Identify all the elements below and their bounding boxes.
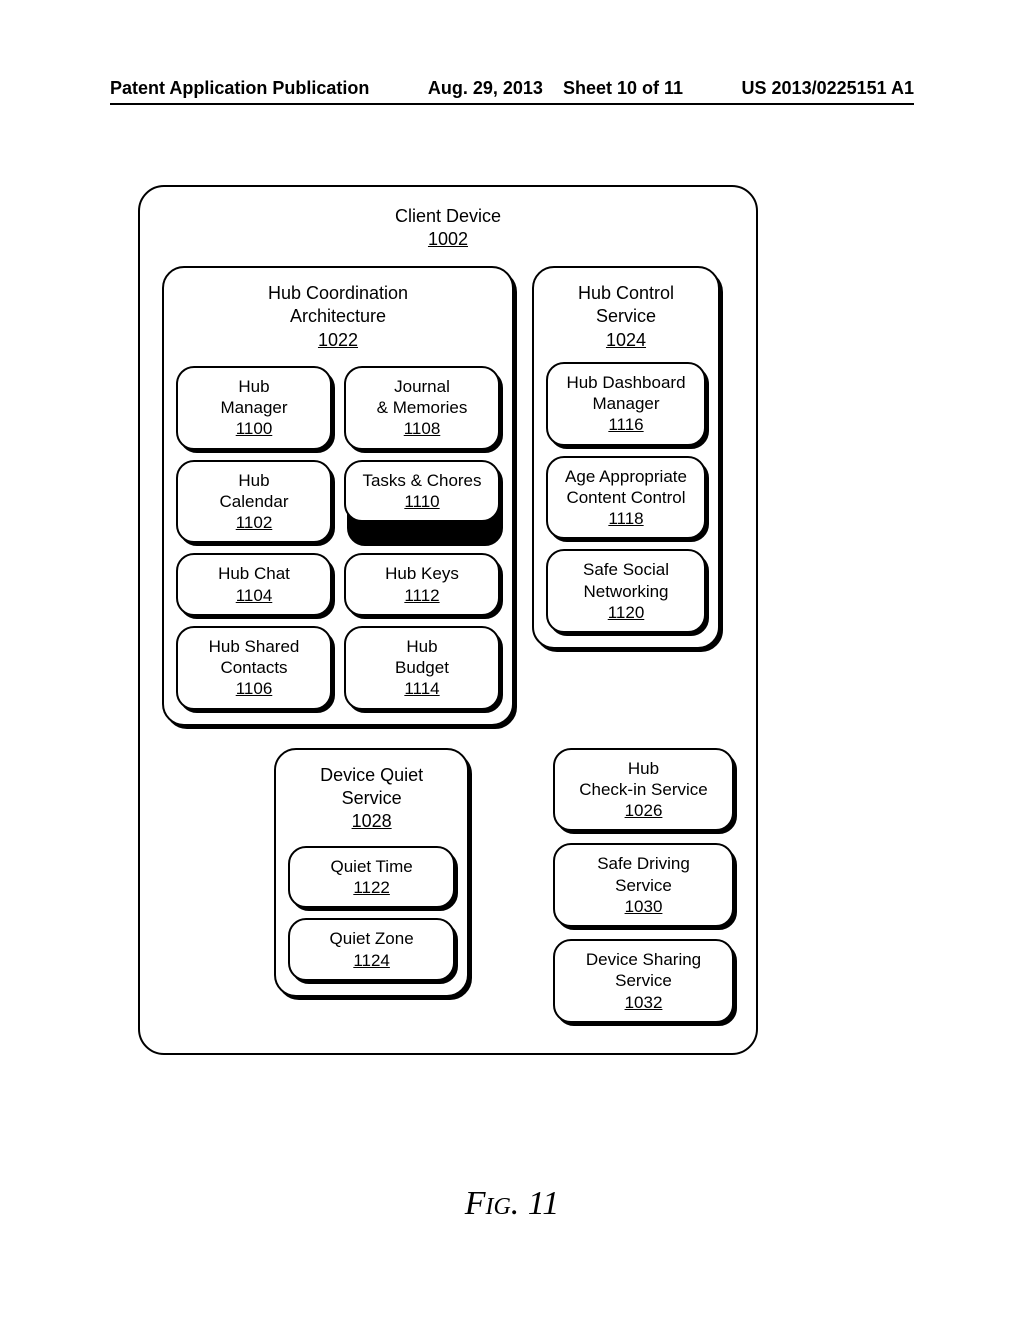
hub-coord-title: Hub Coordination Architecture 1022 <box>176 282 500 352</box>
figure-caption: Fig. 11 <box>0 1185 1024 1223</box>
t: 1116 <box>558 414 694 435</box>
figure-caption-text: Fig. 11 <box>465 1185 560 1222</box>
hub-control-box: Hub Control Service 1024 Hub Dashboard M… <box>532 266 720 649</box>
t: 1100 <box>188 418 320 439</box>
upper-row: Hub Coordination Architecture 1022 Hub M… <box>162 266 734 726</box>
t: Journal <box>356 376 488 397</box>
figure-area: Client Device 1002 Hub Coordination Arch… <box>138 185 758 1055</box>
t: 1026 <box>565 800 722 821</box>
t: Hub Keys <box>356 563 488 584</box>
hub-shared-contacts-box: Hub Shared Contacts 1106 <box>176 626 332 710</box>
t: 1102 <box>188 512 320 533</box>
hub-coord-ref: 1022 <box>176 329 500 352</box>
hub-dashboard-box: Hub Dashboard Manager 1116 <box>546 362 706 446</box>
t: Content Control <box>558 487 694 508</box>
hub-coord-box: Hub Coordination Architecture 1022 Hub M… <box>162 266 514 726</box>
t: Service <box>565 875 722 896</box>
t: Contacts <box>188 657 320 678</box>
hub-calendar-box: Hub Calendar 1102 <box>176 460 332 544</box>
t: 1122 <box>300 877 442 898</box>
hub-coord-grid: Hub Manager 1100 Journal & Me <box>176 366 500 710</box>
tasks-chores-box: Tasks & Chores 1110 <box>344 460 500 544</box>
t: Hub <box>188 470 320 491</box>
safe-driving-box: Safe Driving Service 1030 <box>553 843 734 927</box>
hub-coord-label1: Hub Coordination <box>176 282 500 305</box>
header-center: Aug. 29, 2013 Sheet 10 of 11 <box>428 78 683 99</box>
header-pubno: US 2013/0225151 A1 <box>742 78 914 99</box>
t: 1112 <box>356 585 488 606</box>
t: 1104 <box>188 585 320 606</box>
t: 1030 <box>565 896 722 917</box>
hub-control-items: Hub Dashboard Manager 1116 Age Appropria… <box>546 362 706 633</box>
journal-memories-box: Journal & Memories 1108 <box>344 366 500 450</box>
t: 1108 <box>356 418 488 439</box>
t: Age Appropriate <box>558 466 694 487</box>
hub-control-ref: 1024 <box>546 329 706 352</box>
quiet-label1: Device Quiet <box>288 764 454 787</box>
hub-chat-box: Hub Chat 1104 <box>176 553 332 616</box>
t: Device Sharing <box>565 949 722 970</box>
t: Hub Dashboard <box>558 372 694 393</box>
t: Calendar <box>188 491 320 512</box>
t: & Memories <box>356 397 488 418</box>
t: Check-in Service <box>565 779 722 800</box>
hub-coord-label2: Architecture <box>176 305 500 328</box>
client-device-container: Client Device 1002 Hub Coordination Arch… <box>138 185 758 1055</box>
t: Quiet Time <box>300 856 442 877</box>
t: 1120 <box>558 602 694 623</box>
header-sheet: Sheet 10 of 11 <box>563 78 683 98</box>
t: 1118 <box>558 508 694 529</box>
t: Manager <box>558 393 694 414</box>
age-content-box: Age Appropriate Content Control 1118 <box>546 456 706 540</box>
quiet-zone-box: Quiet Zone 1124 <box>288 918 454 981</box>
t: Networking <box>558 581 694 602</box>
header-date: Aug. 29, 2013 <box>428 78 543 98</box>
hub-checkin-box: Hub Check-in Service 1026 <box>553 748 734 832</box>
client-device-label: Client Device <box>162 205 734 228</box>
client-device-title: Client Device 1002 <box>162 205 734 252</box>
hub-coord-col: Hub Coordination Architecture 1022 Hub M… <box>162 266 514 726</box>
quiet-time-box: Quiet Time 1122 <box>288 846 454 909</box>
t: Safe Driving <box>565 853 722 874</box>
hub-control-label: Hub Control Service <box>546 282 706 329</box>
right-services-col: Hub Check-in Service 1026 Safe Driving S… <box>553 748 734 1023</box>
hub-control-col: Hub Control Service 1024 Hub Dashboard M… <box>532 266 720 649</box>
t: Hub Chat <box>188 563 320 584</box>
t: Budget <box>356 657 488 678</box>
device-quiet-box: Device Quiet Service 1028 Quiet Time 112… <box>274 748 468 997</box>
t: Manager <box>188 397 320 418</box>
hub-manager-box: Hub Manager 1100 <box>176 366 332 450</box>
t: Service <box>565 970 722 991</box>
t: 1032 <box>565 992 722 1013</box>
t: Hub Shared <box>188 636 320 657</box>
quiet-ref: 1028 <box>288 810 454 833</box>
quiet-col: Device Quiet Service 1028 Quiet Time 112… <box>274 748 468 997</box>
hub-budget-box: Hub Budget 1114 <box>344 626 500 710</box>
t: 1110 <box>356 491 488 512</box>
t: Hub <box>356 636 488 657</box>
page-header: Patent Application Publication Aug. 29, … <box>110 78 914 105</box>
t: 1114 <box>356 678 488 699</box>
hub-control-title: Hub Control Service 1024 <box>546 282 706 352</box>
quiet-title: Device Quiet Service 1028 <box>288 764 454 834</box>
hub-keys-box: Hub Keys 1112 <box>344 553 500 616</box>
device-sharing-box: Device Sharing Service 1032 <box>553 939 734 1023</box>
client-device-ref: 1002 <box>162 228 734 251</box>
t: Quiet Zone <box>300 928 442 949</box>
t: Tasks & Chores <box>356 470 488 491</box>
header-left: Patent Application Publication <box>110 78 369 99</box>
t: 1106 <box>188 678 320 699</box>
page: Patent Application Publication Aug. 29, … <box>0 0 1024 1320</box>
safe-social-box: Safe Social Networking 1120 <box>546 549 706 633</box>
t: Hub <box>565 758 722 779</box>
t: Safe Social <box>558 559 694 580</box>
t: 1124 <box>300 950 442 971</box>
quiet-label2: Service <box>288 787 454 810</box>
lower-section: Device Quiet Service 1028 Quiet Time 112… <box>162 748 734 1023</box>
quiet-items: Quiet Time 1122 Quiet Zone 1124 <box>288 846 454 981</box>
t: Hub <box>188 376 320 397</box>
